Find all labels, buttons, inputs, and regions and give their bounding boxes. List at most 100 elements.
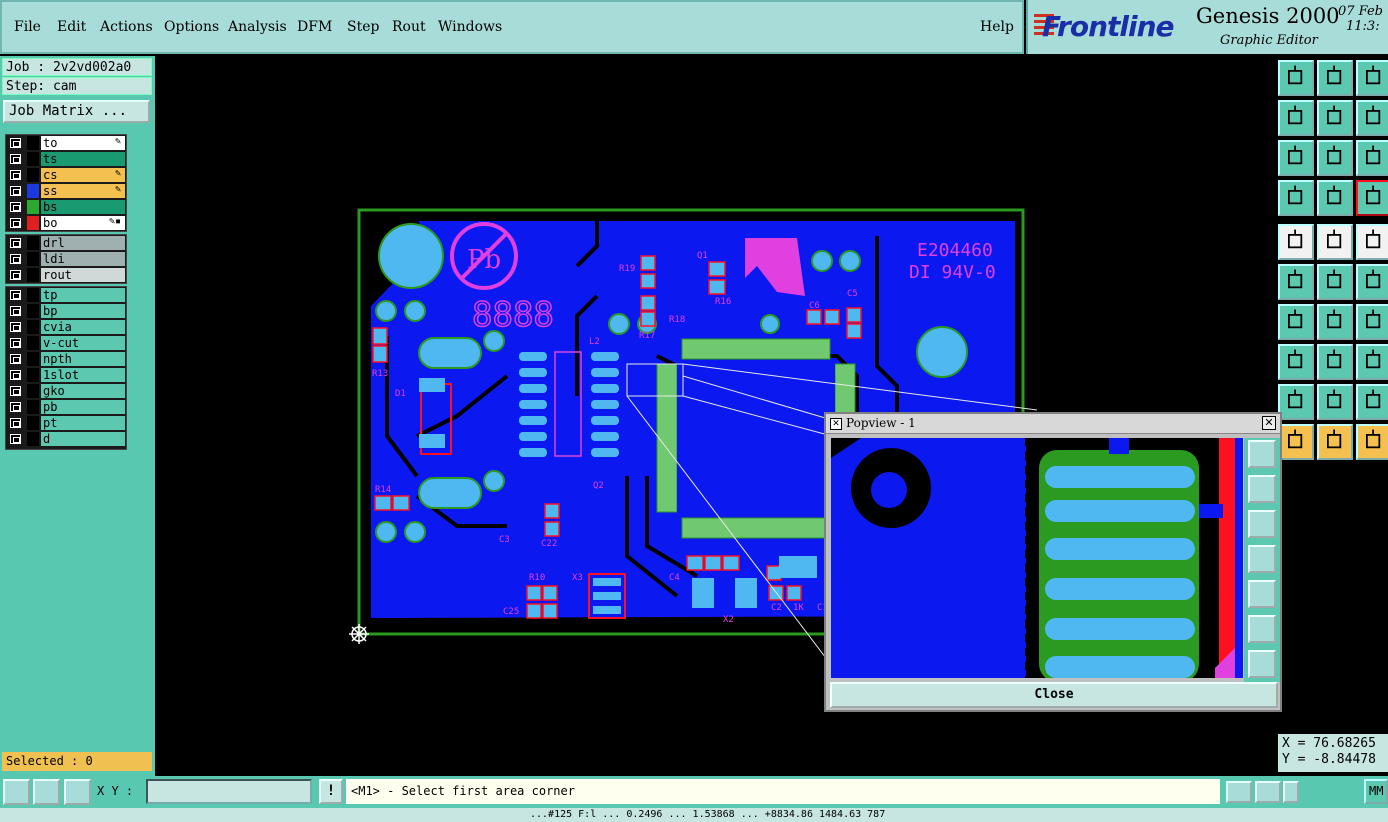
menu-help[interactable]: Help xyxy=(980,19,1014,35)
select-pointer-icon[interactable] xyxy=(1317,424,1353,460)
layer-checkbox[interactable] xyxy=(10,290,21,300)
menu-options[interactable]: Options xyxy=(164,19,219,35)
layer-row-to[interactable]: to ✎ xyxy=(6,135,126,151)
layer-checkbox[interactable] xyxy=(10,138,21,148)
layer-row-bs[interactable]: bs xyxy=(6,199,126,215)
ruler-icon[interactable] xyxy=(1356,224,1388,260)
popview-close-button[interactable]: Close xyxy=(830,682,1278,708)
red-line-icon[interactable] xyxy=(1317,344,1353,380)
layer-row-pt[interactable]: pt xyxy=(6,415,126,431)
undo-zoom-icon[interactable] xyxy=(1356,100,1388,136)
rotate-icon[interactable] xyxy=(1356,304,1388,340)
layer-name[interactable]: bp xyxy=(41,304,125,318)
menu-actions[interactable]: Actions xyxy=(100,19,153,35)
cross-icon[interactable] xyxy=(1317,264,1353,300)
menu-dfm[interactable]: DFM xyxy=(297,19,332,35)
alert-button[interactable]: ! xyxy=(319,779,343,804)
layer-checkbox[interactable] xyxy=(10,402,21,412)
window-menu-icon[interactable]: ✕ xyxy=(830,418,842,430)
layer-row-rout[interactable]: rout xyxy=(6,267,126,283)
layer-name[interactable]: cs xyxy=(41,168,125,182)
layer-name[interactable]: pt xyxy=(41,416,125,430)
keyboard-icon[interactable] xyxy=(1226,781,1252,803)
spinner-icon[interactable] xyxy=(1283,781,1299,803)
layer-checkbox[interactable] xyxy=(10,322,21,332)
layer-name[interactable]: pb xyxy=(41,400,125,414)
layer-checkbox[interactable] xyxy=(10,338,21,348)
layer-name[interactable]: tp xyxy=(41,288,125,302)
grid-icon[interactable] xyxy=(1356,180,1388,216)
zoom-center-icon[interactable] xyxy=(1317,140,1353,176)
layer-name[interactable]: rout xyxy=(41,268,125,282)
layer-checkbox[interactable] xyxy=(10,370,21,380)
layer-row-bp[interactable]: bp xyxy=(6,303,126,319)
layer-row-ldi[interactable]: ldi xyxy=(6,251,126,267)
popview-pan-right-icon[interactable] xyxy=(1248,580,1276,608)
layer-row-tp[interactable]: tp xyxy=(6,287,126,303)
pan-left-icon[interactable] xyxy=(1278,100,1314,136)
menu-step[interactable]: Step xyxy=(347,19,379,35)
layer-name[interactable]: cvia xyxy=(41,320,125,334)
layer-row-ts[interactable]: ts xyxy=(6,151,126,167)
measure-icon[interactable] xyxy=(33,779,60,805)
select-point-icon[interactable] xyxy=(1278,224,1314,260)
layer-checkbox[interactable] xyxy=(10,186,21,196)
menu-rout[interactable]: Rout xyxy=(392,19,426,35)
draw-icon[interactable] xyxy=(1356,264,1388,300)
popview-zoom-in-icon[interactable] xyxy=(1248,475,1276,503)
layer-checkbox[interactable] xyxy=(10,386,21,396)
layer-name[interactable]: drl xyxy=(41,236,125,250)
pointer-alt-icon[interactable] xyxy=(1356,424,1388,460)
layer-row-1slot[interactable]: 1slot xyxy=(6,367,126,383)
layer-name[interactable]: ss xyxy=(41,184,125,198)
layer-checkbox[interactable] xyxy=(10,170,21,180)
zoom-area-icon[interactable] xyxy=(3,779,30,805)
up-arrow-icon[interactable] xyxy=(1356,384,1388,420)
layer-checkbox[interactable] xyxy=(10,202,21,212)
move-icon[interactable] xyxy=(1356,344,1388,380)
zoom-in-icon[interactable] xyxy=(1317,60,1353,96)
layer-row-cvia[interactable]: cvia xyxy=(6,319,126,335)
layer-row-bo[interactable]: bo ✎▪ xyxy=(6,215,126,231)
popview-zoom-view[interactable] xyxy=(831,438,1243,678)
layer-row-drl[interactable]: drl xyxy=(6,235,126,251)
menu-windows[interactable]: Windows xyxy=(438,19,502,35)
xy-input[interactable] xyxy=(146,779,312,804)
layer-checkbox[interactable] xyxy=(10,154,21,164)
layer-name[interactable]: d xyxy=(41,432,125,446)
warn-icon[interactable] xyxy=(1278,384,1314,420)
help-icon[interactable] xyxy=(1255,781,1281,803)
menu-file[interactable]: File xyxy=(14,19,41,35)
popview-zoom-out-icon[interactable] xyxy=(1248,510,1276,538)
line-icon[interactable] xyxy=(1317,224,1353,260)
home-icon[interactable] xyxy=(1356,60,1388,96)
layer-row-d[interactable]: d xyxy=(6,431,126,447)
layer-checkbox[interactable] xyxy=(10,306,21,316)
layer-row-npth[interactable]: npth xyxy=(6,351,126,367)
triangle-icon[interactable] xyxy=(1317,384,1353,420)
pen-icon[interactable] xyxy=(1317,304,1353,340)
angle-icon[interactable] xyxy=(1278,304,1314,340)
measure-tool-icon[interactable] xyxy=(1278,180,1314,216)
layer-checkbox[interactable] xyxy=(10,354,21,364)
close-icon[interactable]: ✕ xyxy=(1262,416,1276,430)
zoom-home-icon[interactable] xyxy=(1278,60,1314,96)
units-button[interactable]: MM xyxy=(1364,779,1388,804)
layer-row-ss[interactable]: ss ✎ xyxy=(6,183,126,199)
popview-fit-icon[interactable] xyxy=(1248,615,1276,643)
layer-name[interactable]: gko xyxy=(41,384,125,398)
layer-name[interactable]: npth xyxy=(41,352,125,366)
layer-checkbox[interactable] xyxy=(10,418,21,428)
connect-icon[interactable] xyxy=(1278,264,1314,300)
layer-name[interactable]: to xyxy=(41,136,125,150)
job-matrix-button[interactable]: Job Matrix ... xyxy=(3,100,150,123)
layer-row-cs[interactable]: cs ✎ xyxy=(6,167,126,183)
menu-analysis[interactable]: Analysis xyxy=(228,19,287,35)
layer-checkbox[interactable] xyxy=(10,434,21,444)
scale-1-2-icon[interactable] xyxy=(1356,140,1388,176)
popview-pan-left-icon[interactable] xyxy=(1248,545,1276,573)
menu-edit[interactable]: Edit xyxy=(57,19,86,35)
layer-row-pb[interactable]: pb xyxy=(6,399,126,415)
layer-checkbox[interactable] xyxy=(10,254,21,264)
layer-row-v-cut[interactable]: v-cut xyxy=(6,335,126,351)
